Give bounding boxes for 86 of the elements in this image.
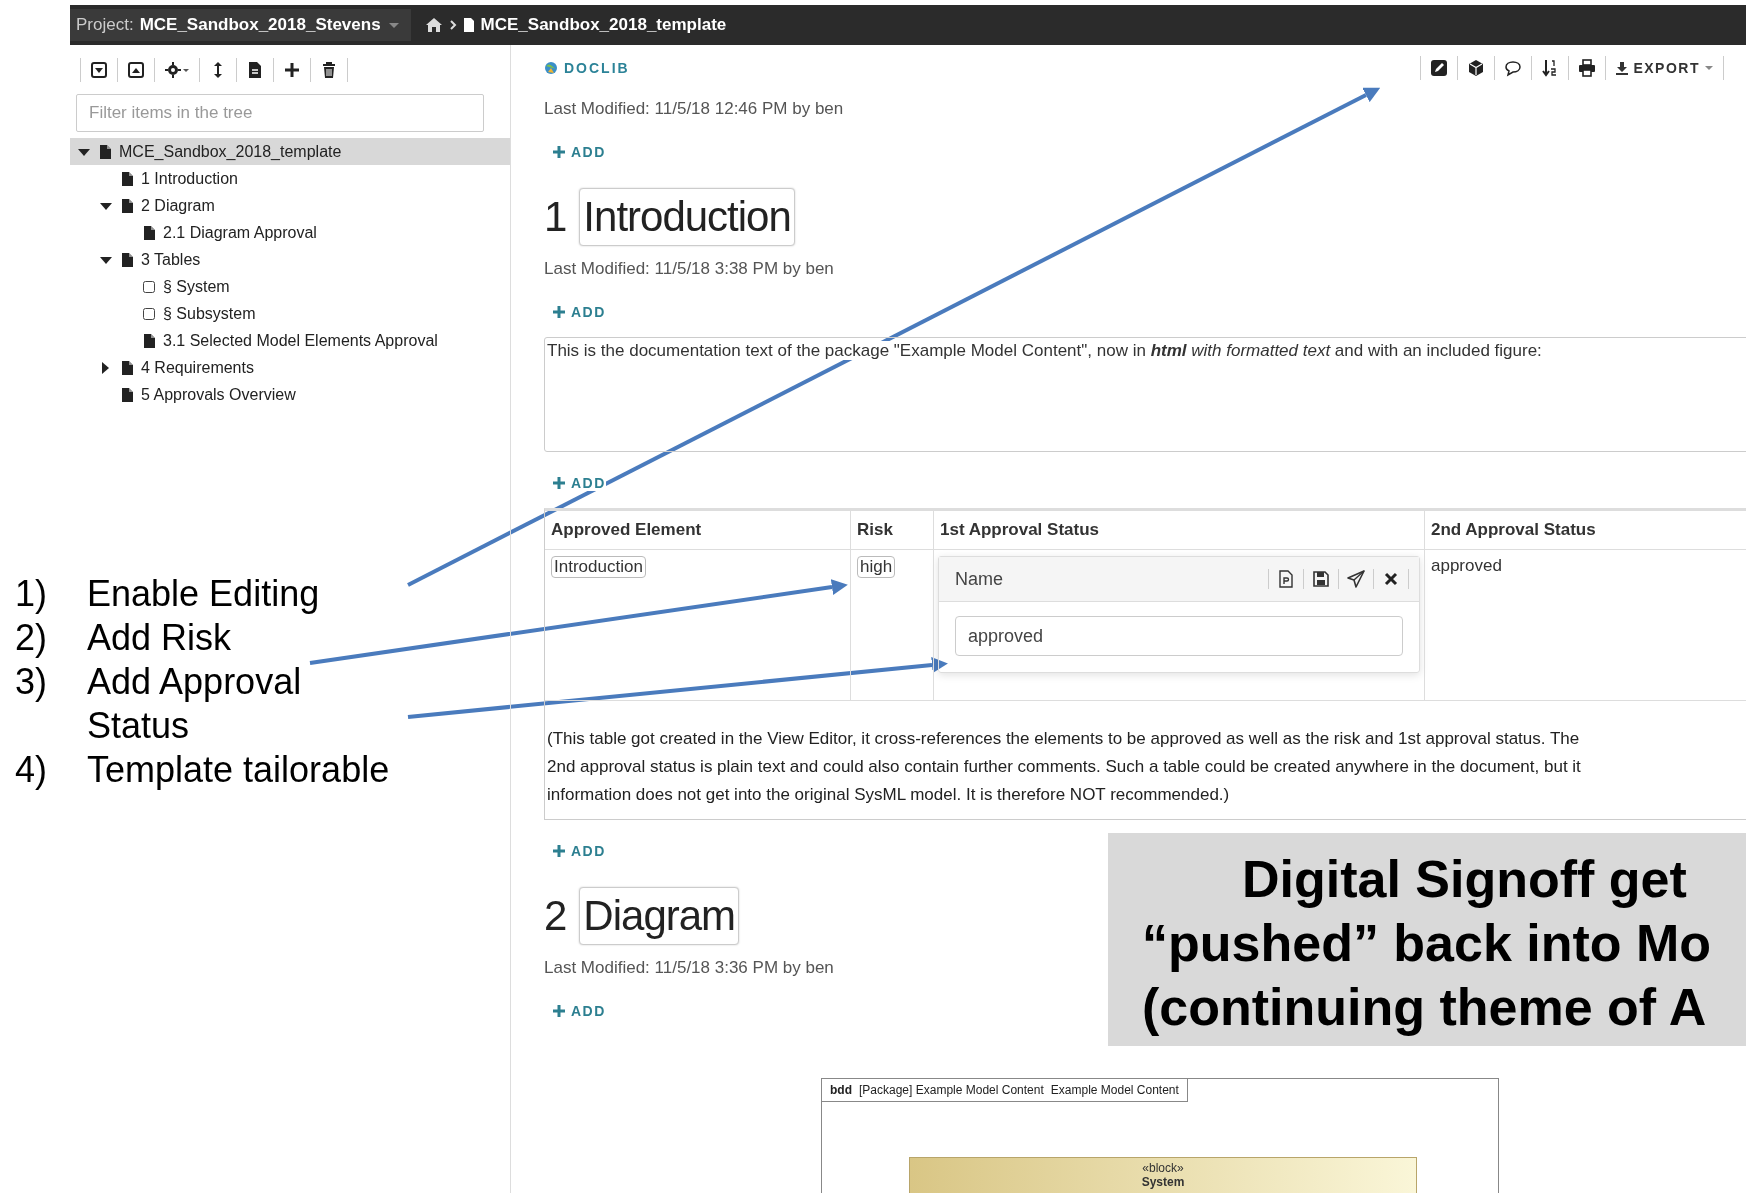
reference-field[interactable]: high bbox=[857, 556, 896, 578]
add-button[interactable]: ADD bbox=[552, 475, 606, 491]
caption-text: (This table got created in the View Editor, it cross-references the elements to be approved as well as the risk and 1st approval status. The 2nd approval status is plain text and could also contain further comments. Such a table could be created anywhere in the document, but it information does not get into the original SysML model. It is therefore NOT recommended.) bbox=[547, 728, 1582, 806]
settings-icon[interactable] bbox=[164, 60, 190, 79]
project-selector[interactable]: Project: MCE_Sandbox_2018_Stevens bbox=[70, 9, 411, 41]
section-number: 1 bbox=[544, 193, 568, 241]
document-icon bbox=[98, 143, 113, 160]
send-icon[interactable] bbox=[1347, 570, 1365, 588]
tree-item[interactable]: 1 Introduction bbox=[70, 165, 510, 192]
pdf-file-icon[interactable] bbox=[1277, 570, 1295, 588]
block-name: System bbox=[1140, 1175, 1186, 1189]
step-text: Template tailorable bbox=[87, 748, 391, 792]
tree-item[interactable]: MCE_Sandbox_2018_template bbox=[70, 138, 510, 165]
trash-icon[interactable] bbox=[320, 60, 338, 79]
add-button[interactable]: ADD bbox=[552, 843, 606, 859]
editor-title: Name bbox=[955, 568, 1003, 590]
download-icon bbox=[1615, 61, 1630, 75]
checkbox-icon[interactable] bbox=[142, 305, 157, 322]
tree-item[interactable]: § Subsystem bbox=[70, 300, 510, 327]
table-cell: approved bbox=[1424, 549, 1746, 701]
tree-item[interactable]: 3 Tables bbox=[70, 246, 510, 273]
document-icon bbox=[120, 386, 135, 403]
step-text: Add Risk bbox=[87, 616, 233, 660]
project-name: MCE_Sandbox_2018_Stevens bbox=[139, 15, 381, 35]
tree-item[interactable]: 2.1 Diagram Approval bbox=[70, 219, 510, 246]
plus-icon[interactable] bbox=[283, 60, 301, 79]
brand-name: DOCLIB bbox=[564, 60, 630, 76]
step-number: 1) bbox=[15, 572, 48, 616]
step-text: Add Approval Status bbox=[87, 660, 303, 748]
section-number: 2 bbox=[544, 892, 568, 940]
document-icon bbox=[120, 359, 135, 376]
section-title-field[interactable]: Introduction bbox=[579, 188, 795, 246]
column-header: 1st Approval Status bbox=[940, 520, 1100, 539]
document-icon bbox=[142, 332, 157, 349]
column-header: 2nd Approval Status bbox=[1431, 520, 1596, 539]
document-icon bbox=[142, 224, 157, 241]
document-icon bbox=[462, 17, 475, 33]
document-icon bbox=[120, 251, 135, 268]
print-icon[interactable] bbox=[1578, 59, 1597, 77]
edit-icon[interactable] bbox=[1430, 59, 1449, 77]
comment-icon[interactable] bbox=[1504, 59, 1523, 77]
document-list-icon[interactable] bbox=[246, 60, 264, 79]
block-stereotype: «block» bbox=[1141, 1161, 1185, 1175]
plus-icon bbox=[552, 1004, 566, 1018]
document-icon bbox=[120, 197, 135, 214]
tree-item[interactable]: 3.1 Selected Model Elements Approval bbox=[70, 327, 510, 354]
checkbox-icon[interactable] bbox=[142, 278, 157, 295]
step-number: 4) bbox=[15, 748, 48, 792]
add-button[interactable]: ADD bbox=[552, 1003, 606, 1019]
reference-field[interactable]: Introduction bbox=[551, 556, 646, 578]
caret-icon bbox=[1704, 64, 1714, 72]
documentation-field[interactable]: This is the documentation text of the package "Example Model Content", now in html with formatted text and with an included figure: bbox=[544, 337, 1746, 452]
add-button[interactable]: ADD bbox=[552, 304, 606, 320]
home-icon[interactable] bbox=[424, 17, 443, 33]
project-label: Project: bbox=[76, 15, 134, 35]
cube-icon[interactable] bbox=[1467, 59, 1486, 77]
plus-icon bbox=[552, 476, 566, 490]
plus-icon bbox=[552, 305, 566, 319]
step-number: 2) bbox=[15, 616, 48, 660]
tree-item[interactable]: 4 Requirements bbox=[70, 354, 510, 381]
breadcrumb-link[interactable]: MCE_Sandbox_2018_template bbox=[480, 15, 727, 35]
document-icon bbox=[120, 170, 135, 187]
tree-item[interactable]: 2 Diagram bbox=[70, 192, 510, 219]
callout-text: (continuing theme of A bbox=[1142, 977, 1707, 1038]
input-field[interactable]: approved bbox=[955, 616, 1403, 656]
plus-icon bbox=[552, 844, 566, 858]
step-number: 3) bbox=[15, 660, 48, 704]
section-title-field[interactable]: Diagram bbox=[579, 887, 740, 945]
save-icon[interactable] bbox=[1312, 570, 1330, 588]
diagram-title: Example Model Content bbox=[1050, 1083, 1179, 1097]
plus-icon bbox=[552, 145, 566, 159]
close-icon[interactable] bbox=[1382, 570, 1400, 588]
tree-item[interactable]: 5 Approvals Overview bbox=[70, 381, 510, 408]
chevron-icon bbox=[448, 19, 457, 31]
callout-text: “pushed” back into Mo bbox=[1142, 913, 1712, 974]
expand-icon[interactable] bbox=[127, 60, 145, 79]
column-header: Approved Element bbox=[551, 520, 702, 539]
callout-text: Digital Signoff get bbox=[1242, 849, 1687, 910]
diagram-type: bdd bbox=[830, 1083, 852, 1097]
step-text: Enable Editing bbox=[87, 572, 321, 616]
export-button[interactable]: EXPORT bbox=[1605, 56, 1724, 80]
tree-item[interactable]: § System bbox=[70, 273, 510, 300]
collapse-icon[interactable] bbox=[90, 60, 108, 79]
add-button[interactable]: ADD bbox=[552, 144, 606, 160]
diagram-title: [Package] Example Model Content bbox=[859, 1083, 1044, 1097]
globe-icon bbox=[544, 61, 558, 75]
